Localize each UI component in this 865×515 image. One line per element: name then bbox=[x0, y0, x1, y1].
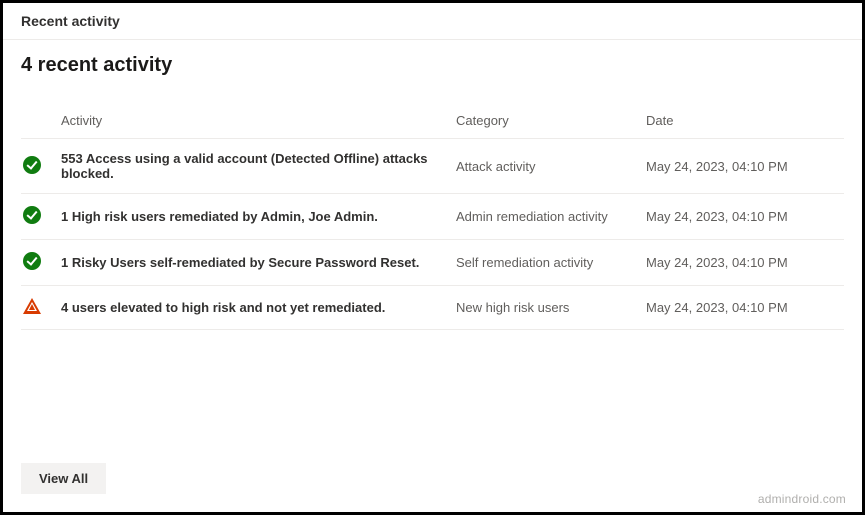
table-row[interactable]: 4 users elevated to high risk and not ye… bbox=[21, 286, 844, 330]
activity-text: 553 Access using a valid account (Detect… bbox=[51, 139, 446, 194]
date-text: May 24, 2023, 04:10 PM bbox=[636, 240, 844, 286]
category-text: Self remediation activity bbox=[446, 240, 636, 286]
table-row[interactable]: 1 High risk users remediated by Admin, J… bbox=[21, 194, 844, 240]
date-text: May 24, 2023, 04:10 PM bbox=[636, 139, 844, 194]
activity-text: 4 users elevated to high risk and not ye… bbox=[51, 286, 446, 330]
watermark: admindroid.com bbox=[758, 492, 846, 506]
table-row[interactable]: 553 Access using a valid account (Detect… bbox=[21, 139, 844, 194]
check-circle-icon bbox=[23, 206, 41, 224]
col-header-activity: Activity bbox=[51, 105, 446, 139]
activity-text: 1 Risky Users self-remediated by Secure … bbox=[51, 240, 446, 286]
card-title: Recent activity bbox=[21, 13, 120, 29]
table-row[interactable]: 1 Risky Users self-remediated by Secure … bbox=[21, 240, 844, 286]
check-circle-icon bbox=[23, 252, 41, 270]
page-title: 4 recent activity bbox=[21, 54, 844, 77]
category-text: New high risk users bbox=[446, 286, 636, 330]
col-header-icon bbox=[21, 105, 51, 139]
date-text: May 24, 2023, 04:10 PM bbox=[636, 286, 844, 330]
footer: View All bbox=[21, 463, 106, 494]
col-header-category: Category bbox=[446, 105, 636, 139]
category-text: Attack activity bbox=[446, 139, 636, 194]
activity-text: 1 High risk users remediated by Admin, J… bbox=[51, 194, 446, 240]
view-all-button[interactable]: View All bbox=[21, 463, 106, 494]
check-circle-icon bbox=[23, 156, 41, 174]
category-text: Admin remediation activity bbox=[446, 194, 636, 240]
date-text: May 24, 2023, 04:10 PM bbox=[636, 194, 844, 240]
card-header: Recent activity bbox=[3, 3, 862, 40]
card-content: 4 recent activity Activity Category Date… bbox=[3, 40, 862, 330]
col-header-date: Date bbox=[636, 105, 844, 139]
warning-triangle-icon bbox=[23, 298, 41, 314]
activity-table: Activity Category Date 553 Access using … bbox=[21, 105, 844, 330]
